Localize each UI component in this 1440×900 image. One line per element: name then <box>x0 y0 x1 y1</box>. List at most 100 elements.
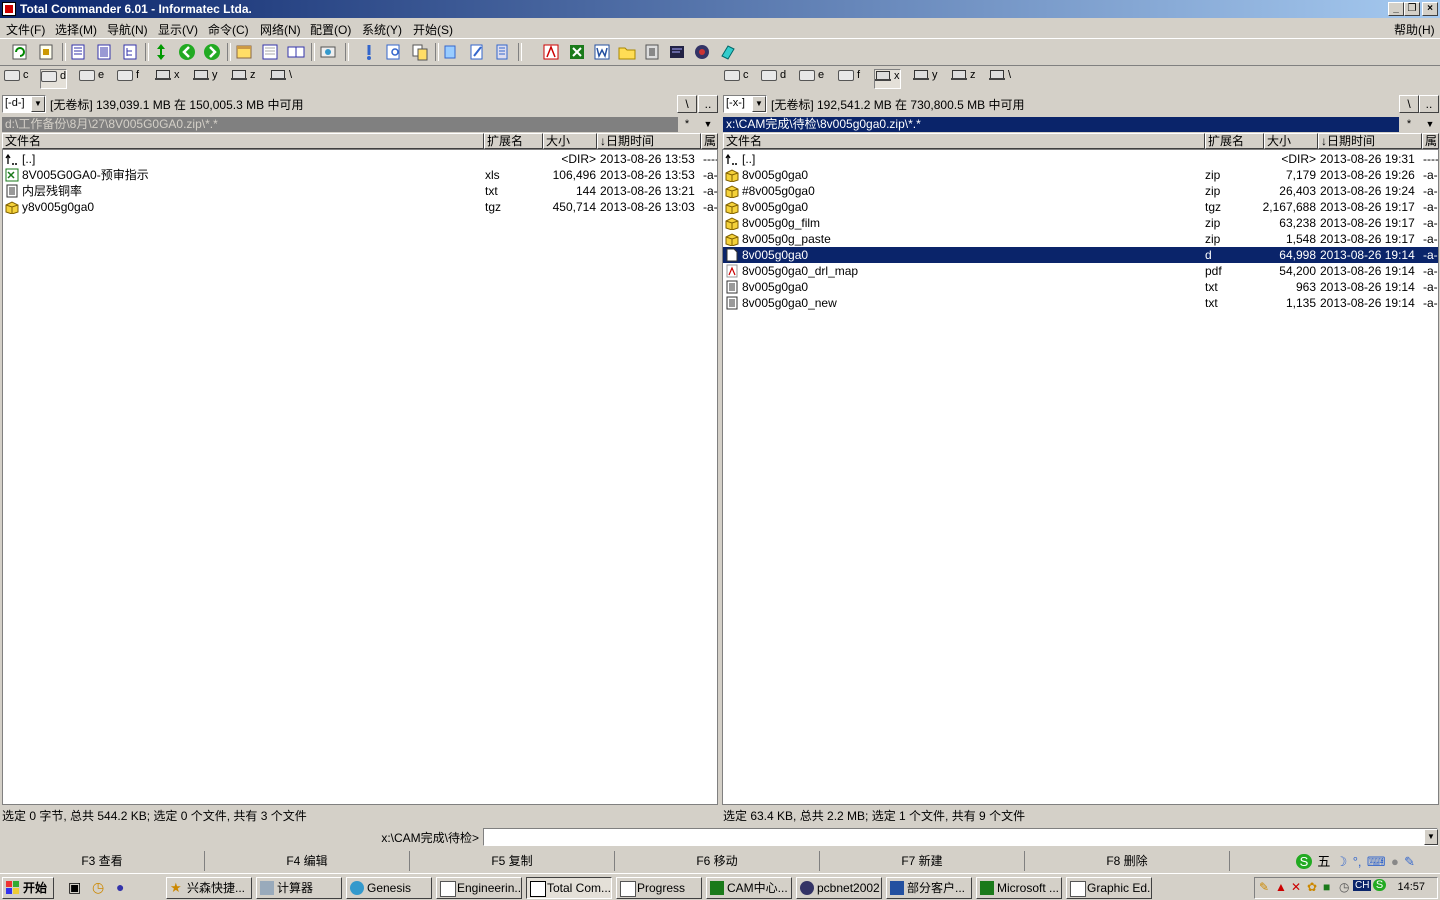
right-header-attr[interactable]: 属 <box>1422 133 1439 149</box>
table-row[interactable]: 内层残铜率 txt 144 2013-08-26 13:21 -a- <box>3 183 717 199</box>
ime-mode[interactable]: 五 <box>1317 851 1330 870</box>
folder-icon[interactable] <box>617 42 637 62</box>
left-drive-z[interactable]: z <box>231 69 256 87</box>
menu-select[interactable]: 选择(M) <box>55 21 97 38</box>
menu-view[interactable]: 显示(V) <box>158 21 198 38</box>
table-row[interactable]: 8v005g0g_paste zip 1,548 2013-08-26 19:17 -a… <box>723 231 1438 247</box>
menu-file[interactable]: 文件(F) <box>6 21 45 38</box>
menu-start[interactable]: 开始(S) <box>413 21 453 38</box>
left-header-size[interactable]: 大小 <box>543 133 597 149</box>
tray-acrobat-icon[interactable]: ▲ <box>1275 880 1287 894</box>
left-drive-x[interactable]: x <box>155 69 180 87</box>
menu-net[interactable]: 网络(N) <box>260 21 301 38</box>
chevron-down-icon[interactable]: ▼ <box>1424 829 1438 845</box>
f6-move-button[interactable]: F6 移动 <box>615 851 820 871</box>
left-drive-combo[interactable]: [-d-] ▼ <box>2 95 46 113</box>
wrench-icon[interactable]: ✎ <box>1404 854 1415 870</box>
table-row[interactable]: 8v005g0ga0_new txt 1,135 2013-08-26 19:14 -a… <box>723 295 1438 311</box>
table-row[interactable]: #8v005g0ga0 zip 26,403 2013-08-26 19:24 -a- <box>723 183 1438 199</box>
task-xingsen[interactable]: ★ 兴森快捷... <box>166 877 252 899</box>
f5-copy-button[interactable]: F5 复制 <box>410 851 615 871</box>
show-desktop-icon[interactable]: ▣ <box>68 879 81 896</box>
menu-help[interactable]: 帮助(H) <box>1394 21 1435 38</box>
task-engineering[interactable]: Engineerin... <box>436 877 522 899</box>
sogou-s-icon[interactable]: S <box>1296 854 1312 869</box>
unpack-icon[interactable] <box>260 42 280 62</box>
table-row[interactable]: y8v005g0ga0 tgz 450,714 2013-08-26 13:03 -a- <box>3 199 717 215</box>
left-header-date[interactable]: ↓日期时间 <box>597 133 701 149</box>
clock-app-icon[interactable]: ◷ <box>92 879 104 896</box>
table-row[interactable]: [..] <DIR> 2013-08-26 19:31 ---- <box>723 151 1438 167</box>
table-row[interactable]: 8v005g0ga0 zip 7,179 2013-08-26 19:26 -a- <box>723 167 1438 183</box>
menu-system[interactable]: 系统(Y) <box>362 21 402 38</box>
chevron-down-icon[interactable]: ▼ <box>1421 117 1439 132</box>
notepad-icon[interactable] <box>492 42 512 62</box>
edit-icon[interactable] <box>467 42 487 62</box>
right-path-bar[interactable]: x:\CAM完成\待检\8v005g0ga0.zip\*.* <box>723 117 1399 132</box>
f8-delete-button[interactable]: F8 删除 <box>1025 851 1230 871</box>
start-button[interactable]: 开始 <box>2 877 54 899</box>
right-header-name[interactable]: 文件名 <box>723 133 1205 149</box>
minimize-button[interactable]: _ <box>1388 2 1404 16</box>
left-drive-f[interactable]: f <box>117 69 139 87</box>
left-drive-d[interactable]: d <box>40 69 68 89</box>
task-pcbnet[interactable]: pcbnet2002 <box>796 877 882 899</box>
full-view-icon[interactable] <box>94 42 114 62</box>
f7-mkdir-button[interactable]: F7 新建 <box>820 851 1025 871</box>
refresh-icon[interactable] <box>10 42 30 62</box>
tray-excel-icon[interactable]: ■ <box>1323 880 1330 894</box>
tray-clock-icon[interactable]: ◷ <box>1339 880 1349 894</box>
sync-dirs-icon[interactable] <box>286 42 306 62</box>
archive-icon[interactable] <box>36 42 56 62</box>
tray-x-icon[interactable]: ✕ <box>1291 880 1301 894</box>
find-files-icon[interactable] <box>384 42 404 62</box>
swap-panels-icon[interactable] <box>151 42 171 62</box>
left-drive-network[interactable]: \ <box>270 69 292 87</box>
moon-icon[interactable]: ☽ <box>1336 854 1348 870</box>
left-header-ext[interactable]: 扩展名 <box>484 133 543 149</box>
task-calculator[interactable]: 计算器 <box>256 877 342 899</box>
right-drive-c[interactable]: c <box>724 69 749 87</box>
left-parent-button[interactable]: .. <box>698 95 718 113</box>
punctuation-icon[interactable]: °, <box>1353 854 1362 869</box>
right-root-button[interactable]: \ <box>1399 95 1419 113</box>
keyboard-icon[interactable]: ⌨ <box>1367 854 1386 870</box>
multi-rename-icon[interactable] <box>359 42 379 62</box>
table-row[interactable]: 8v005g0ga0 txt 963 2013-08-26 19:14 -a- <box>723 279 1438 295</box>
tray-sogou-icon[interactable]: S <box>1373 879 1386 891</box>
globe-icon[interactable] <box>692 42 712 62</box>
restore-button[interactable]: ❐ <box>1404 2 1420 16</box>
right-drive-network[interactable]: \ <box>989 69 1011 87</box>
task-progress[interactable]: Progress <box>616 877 702 899</box>
chevron-down-icon[interactable]: ▼ <box>31 96 45 112</box>
command-line-input[interactable] <box>483 828 1438 846</box>
table-row[interactable]: [..] <DIR> 2013-08-26 13:53 ---- <box>3 151 717 167</box>
task-graphic-editor[interactable]: Graphic Ed... <box>1066 877 1152 899</box>
table-row[interactable]: 8v005g0ga0_drl_map pdf 54,200 2013-08-26 19… <box>723 263 1438 279</box>
back-icon[interactable] <box>177 42 197 62</box>
right-header-ext[interactable]: 扩展名 <box>1205 133 1264 149</box>
right-parent-button[interactable]: .. <box>1419 95 1439 113</box>
close-button[interactable]: × <box>1422 2 1438 16</box>
tray-flower-icon[interactable]: ✿ <box>1307 880 1317 894</box>
f3-view-button[interactable]: F3 查看 <box>0 851 205 871</box>
task-cam-center[interactable]: CAM中心... <box>706 877 792 899</box>
menu-commands[interactable]: 命令(C) <box>208 21 249 38</box>
left-drive-y[interactable]: y <box>193 69 218 87</box>
left-header-attr[interactable]: 属 <box>701 133 718 149</box>
brief-view-icon[interactable] <box>68 42 88 62</box>
left-path-bar[interactable]: d:\工作备份\8月\27\8V005G0GA0.zip\*.* <box>2 117 678 132</box>
tray-lang[interactable]: CH <box>1353 880 1372 891</box>
right-drive-e[interactable]: e <box>799 69 824 87</box>
table-row[interactable]: 8v005g0ga0 d 64,998 2013-08-26 19:14 -a- <box>723 247 1438 263</box>
excel-icon[interactable] <box>567 42 587 62</box>
menu-navigate[interactable]: 导航(N) <box>107 21 148 38</box>
pack-icon[interactable] <box>234 42 254 62</box>
left-drive-c[interactable]: c <box>4 69 29 87</box>
left-filter-button[interactable]: * <box>678 117 696 132</box>
right-header-size[interactable]: 大小 <box>1264 133 1318 149</box>
right-drive-y[interactable]: y <box>913 69 938 87</box>
terminal-icon[interactable] <box>667 42 687 62</box>
acrobat-icon[interactable] <box>541 42 561 62</box>
tool-icon[interactable] <box>642 42 662 62</box>
